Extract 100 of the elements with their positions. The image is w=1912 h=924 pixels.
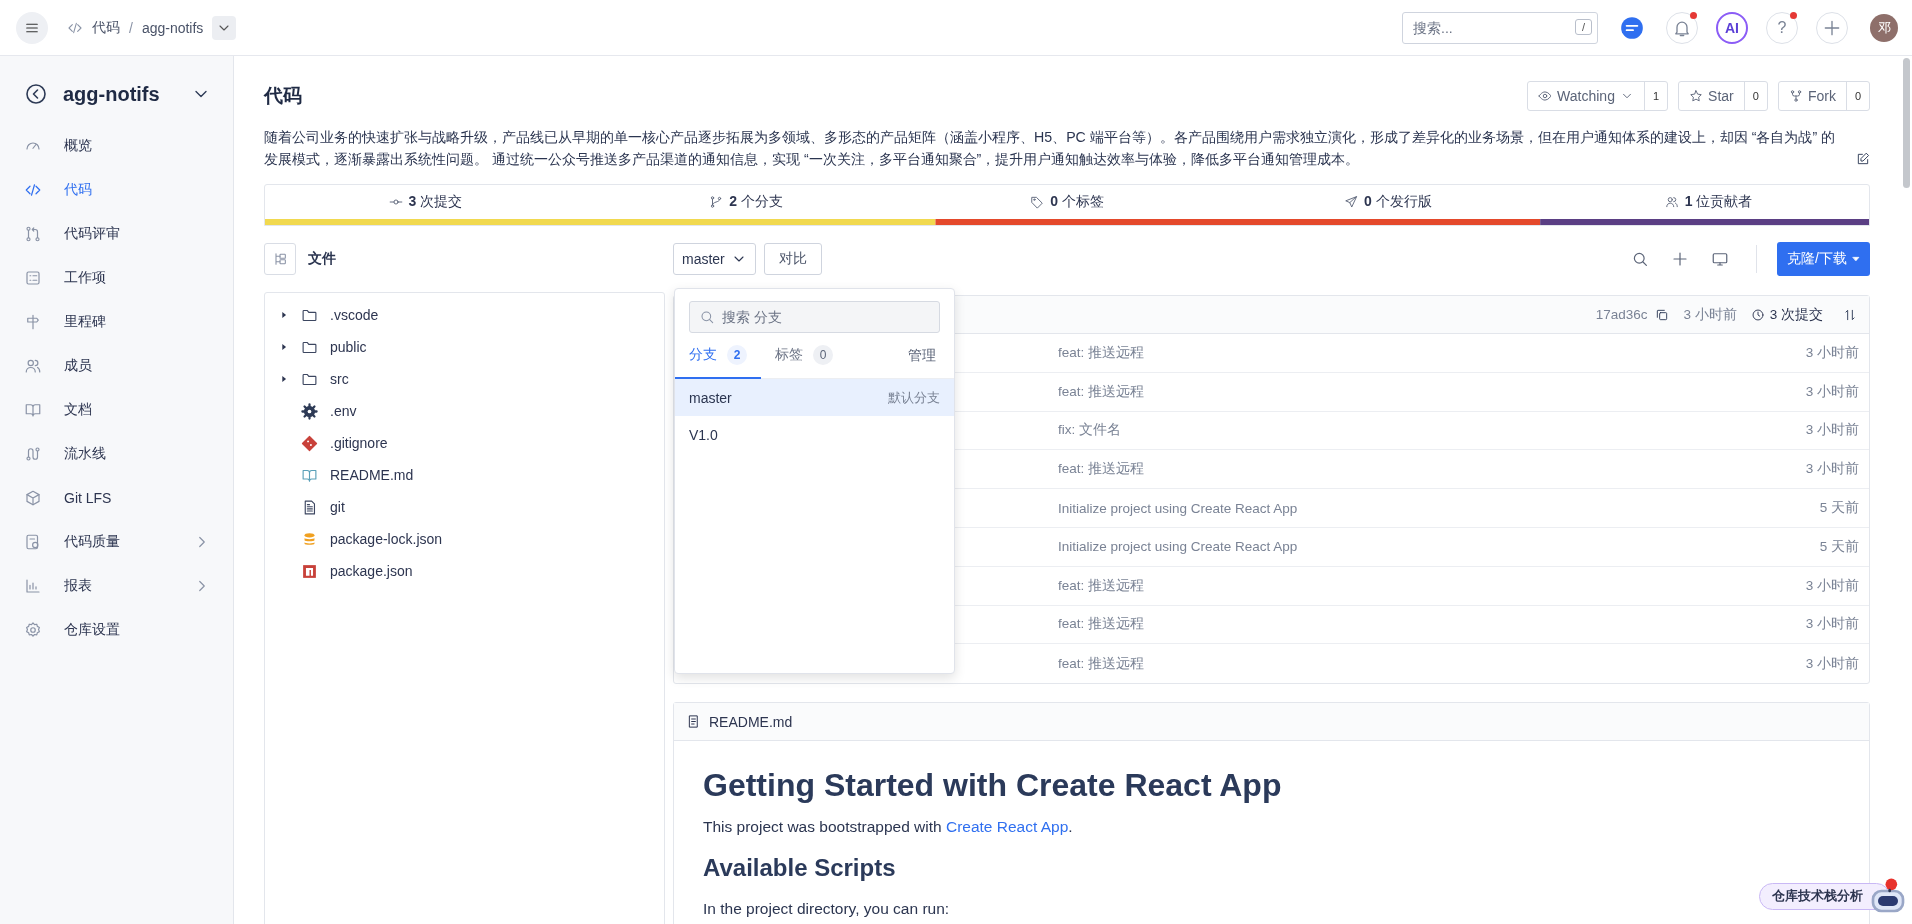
breadcrumb-separator: /: [129, 19, 133, 36]
shortcut-key: /: [1574, 18, 1592, 35]
branch-search-field[interactable]: 搜索 分支: [689, 301, 940, 333]
commit-message[interactable]: Initialize project using Create React App: [1058, 539, 1298, 555]
file-tree-item[interactable]: public: [265, 331, 664, 363]
edit-icon: [1856, 152, 1870, 166]
commit-history-link[interactable]: 3 次提交: [1750, 305, 1823, 324]
file-icon: [686, 714, 701, 730]
commit-time: 3 小时前: [1805, 460, 1859, 479]
back-button[interactable]: [24, 82, 48, 106]
file-tree-item[interactable]: README.md: [265, 459, 664, 491]
tab-count: 0: [813, 344, 833, 365]
compare-button[interactable]: 对比: [763, 243, 822, 275]
menu-tab[interactable]: 标签 0: [761, 332, 847, 379]
sidebar-item[interactable]: 仓库设置: [0, 608, 233, 652]
commit-message[interactable]: feat: 推送远程: [1058, 615, 1145, 634]
repo-action-button[interactable]: Watching: [1528, 82, 1645, 110]
repo-action-button[interactable]: Fork: [1778, 82, 1847, 110]
user-avatar[interactable]: 邓: [1870, 13, 1898, 42]
scrollbar-thumb[interactable]: [1903, 58, 1910, 188]
branch-option[interactable]: V1.0: [675, 416, 954, 453]
repo-description: 随着公司业务的快速扩张与战略升级，产品线已从早期的单一核心产品逐步拓展为多领域、多形态的产品矩阵（涵盖小程序、H5、PC 端平台等）。各产品围绕用户需求独立演化，形成了差异化的业务场景，但在用户通知体系的建设上，却因 “各自为战” 的发展模式，逐渐暴露出系统性问题。 通过统一公众号推送多产品渠道的通知信息，实现 “一次关注，多平台通知聚合”，提升用户通知触达效率与体验，降低多平台通知管理成本。: [264, 128, 1837, 169]
commit-message[interactable]: fix: 文件名: [1058, 421, 1121, 440]
eye-icon: [1538, 89, 1553, 103]
count-button[interactable]: 0: [1846, 82, 1869, 110]
sidebar-item[interactable]: Git LFS: [0, 476, 233, 520]
sidebar-item[interactable]: 流水线: [0, 432, 233, 476]
manage-link[interactable]: 管理: [908, 346, 936, 365]
commit-time: 3 小时前: [1683, 305, 1737, 324]
edit-button[interactable]: [1856, 152, 1870, 166]
diamond-icon: [301, 434, 318, 452]
settings-icon: [24, 621, 42, 639]
sidebar-item[interactable]: 里程碑: [0, 300, 233, 344]
readme-subheading: Available Scripts: [703, 854, 897, 883]
tab-count: 2: [727, 344, 747, 365]
sidebar-item[interactable]: 报表: [0, 564, 233, 608]
send-icon: [1343, 195, 1358, 209]
pull-request-icon: [24, 225, 42, 243]
readme-heading: Getting Started with Create React App: [703, 767, 1283, 805]
file-tree-item[interactable]: .gitignore: [265, 427, 664, 459]
stat-link[interactable]: 2 个分支: [585, 193, 907, 211]
ai-button[interactable]: AI: [1716, 11, 1748, 44]
sidebar-item[interactable]: 代码评审: [0, 212, 233, 256]
repo-switch-button[interactable]: [212, 15, 237, 40]
menu-button[interactable]: [16, 11, 48, 44]
sidebar-item[interactable]: 概览: [0, 124, 233, 168]
commit-message[interactable]: feat: 推送远程: [1058, 576, 1145, 595]
count-button[interactable]: 0: [1744, 82, 1767, 110]
chat-icon: [1619, 14, 1645, 41]
tag-icon: [1030, 195, 1045, 209]
search-icon: [699, 309, 715, 325]
branch-option[interactable]: master 默认分支: [675, 379, 954, 416]
commit-time: 3 小时前: [1805, 654, 1859, 673]
file-tree-item[interactable]: src: [265, 363, 664, 395]
readme-paragraph: In the project directory, you can run:: [703, 900, 951, 919]
commit-message[interactable]: feat: 推送远程: [1058, 460, 1145, 479]
gear-icon: [301, 402, 318, 420]
commit-time: 5 天前: [1819, 499, 1859, 518]
file-tree-item[interactable]: package-lock.json: [265, 523, 664, 555]
breadcrumb-link[interactable]: 代码: [92, 18, 120, 37]
count-button[interactable]: 1: [1644, 82, 1668, 110]
sidebar-item[interactable]: 工作项: [0, 256, 233, 300]
commit-message[interactable]: feat: 推送远程: [1058, 343, 1145, 362]
copy-button[interactable]: [1655, 307, 1670, 322]
sidebar-item[interactable]: 文档: [0, 388, 233, 432]
sidebar-item[interactable]: 代码质量: [0, 520, 233, 564]
signpost-icon: [24, 313, 42, 331]
stat-link[interactable]: 1 位贡献者: [1548, 193, 1869, 211]
sort-icon: [1843, 307, 1857, 322]
back-icon: [24, 82, 48, 106]
file-tree-item[interactable]: package.json: [265, 555, 664, 587]
book-icon: [24, 401, 42, 419]
commit-time: 3 小时前: [1805, 421, 1859, 440]
users-icon: [1664, 195, 1679, 209]
code-icon: [24, 181, 42, 199]
stat-link[interactable]: 0 个标签: [906, 193, 1228, 211]
stat-link[interactable]: 0 个发行版: [1227, 193, 1549, 211]
clock-icon: [1750, 307, 1765, 322]
file-tree-item[interactable]: .env: [265, 395, 664, 427]
branch-name: V1.0: [689, 426, 718, 443]
package-icon: [301, 562, 318, 580]
page-title: 代码: [264, 84, 302, 108]
clone-button[interactable]: 克隆/下载: [1777, 242, 1870, 276]
readme-filename: README.md: [709, 713, 793, 730]
branch-select[interactable]: master: [673, 243, 756, 275]
sort-button[interactable]: [1843, 307, 1857, 322]
sidebar-item[interactable]: 代码: [0, 168, 233, 212]
breadcrumb-link[interactable]: agg-notifs: [141, 19, 204, 36]
file-tree-toggle[interactable]: [264, 243, 296, 275]
commit-message[interactable]: Initialize project using Create React App: [1058, 500, 1298, 516]
file-tree-item[interactable]: .vscode: [265, 299, 664, 331]
stat-link[interactable]: 3 次提交: [265, 193, 586, 211]
sidebar-item[interactable]: 成员: [0, 344, 233, 388]
repo-action-button[interactable]: Star: [1679, 82, 1745, 110]
commit-time: 3 小时前: [1805, 615, 1859, 634]
commit-message[interactable]: feat: 推送远程: [1058, 654, 1145, 673]
copy-icon: [1655, 307, 1670, 322]
notification-dot: [1690, 11, 1697, 19]
file-tree-item[interactable]: git: [265, 491, 664, 523]
commit-message[interactable]: feat: 推送远程: [1058, 382, 1145, 401]
